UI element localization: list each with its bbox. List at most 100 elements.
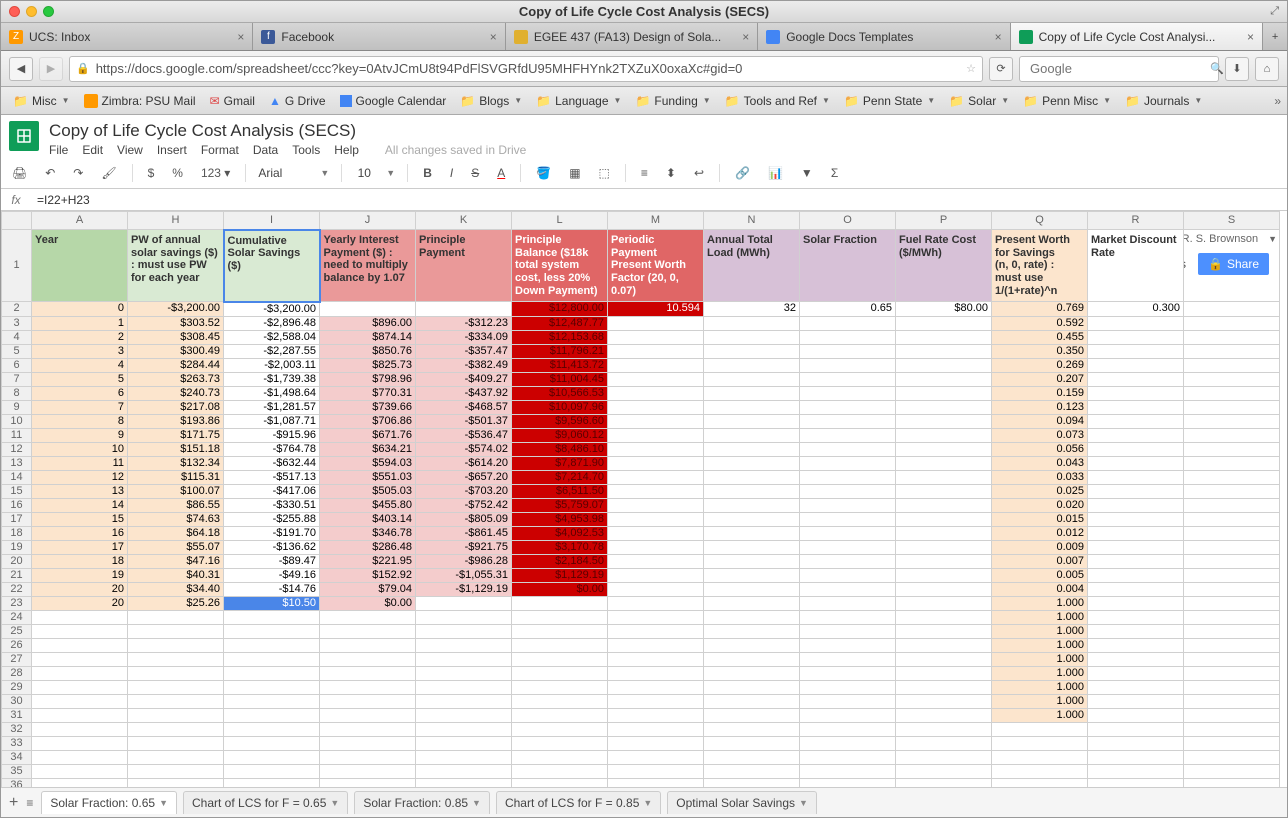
cell[interactable]: [1088, 652, 1184, 666]
cell[interactable]: -$805.09: [416, 512, 512, 526]
cell[interactable]: 1.000: [992, 638, 1088, 652]
cell[interactable]: [1088, 680, 1184, 694]
cell[interactable]: [896, 386, 992, 400]
cell[interactable]: 0.455: [992, 330, 1088, 344]
menu-tools[interactable]: Tools: [292, 143, 320, 157]
cell[interactable]: $9,596.60: [512, 414, 608, 428]
cell[interactable]: 1.000: [992, 596, 1088, 610]
cell[interactable]: $706.86: [320, 414, 416, 428]
cell[interactable]: -$614.20: [416, 456, 512, 470]
home-button[interactable]: ⌂: [1255, 57, 1279, 81]
cell[interactable]: [320, 680, 416, 694]
cell[interactable]: [608, 638, 704, 652]
cell[interactable]: [32, 708, 128, 722]
cell[interactable]: [1088, 554, 1184, 568]
cell[interactable]: 1.000: [992, 624, 1088, 638]
cell[interactable]: 0.159: [992, 386, 1088, 400]
cell[interactable]: [992, 778, 1088, 787]
reload-button[interactable]: ⟳: [989, 57, 1013, 81]
cell[interactable]: [224, 652, 320, 666]
cell[interactable]: [704, 316, 800, 330]
cell[interactable]: [320, 610, 416, 624]
cell[interactable]: [1184, 428, 1280, 442]
column-header[interactable]: Principle Payment: [416, 230, 512, 302]
cell[interactable]: [1088, 512, 1184, 526]
cell[interactable]: [32, 666, 128, 680]
cell[interactable]: [800, 358, 896, 372]
cell[interactable]: [704, 764, 800, 778]
cell[interactable]: [896, 512, 992, 526]
percent-button[interactable]: %: [169, 164, 186, 182]
align-button[interactable]: ≡: [638, 164, 651, 182]
cell[interactable]: $0.00: [512, 582, 608, 596]
cell[interactable]: [800, 708, 896, 722]
cell[interactable]: $850.76: [320, 344, 416, 358]
cell[interactable]: -$1,281.57: [224, 400, 320, 414]
cell[interactable]: [224, 666, 320, 680]
cell[interactable]: [608, 316, 704, 330]
cell[interactable]: [1184, 456, 1280, 470]
cell[interactable]: [704, 400, 800, 414]
cell[interactable]: [704, 512, 800, 526]
cell[interactable]: [800, 582, 896, 596]
cell[interactable]: [704, 344, 800, 358]
cell[interactable]: [1184, 414, 1280, 428]
cell[interactable]: $152.92: [320, 568, 416, 582]
cell[interactable]: 4: [32, 358, 128, 372]
cell[interactable]: $115.31: [128, 470, 224, 484]
cell[interactable]: 10.594: [608, 302, 704, 317]
cell[interactable]: [320, 722, 416, 736]
cell[interactable]: [608, 596, 704, 610]
cell[interactable]: 6: [32, 386, 128, 400]
cell[interactable]: -$136.62: [224, 540, 320, 554]
insert-chart-button[interactable]: 📊: [765, 164, 786, 182]
cell[interactable]: [1088, 624, 1184, 638]
cell[interactable]: [800, 554, 896, 568]
bookmark-item[interactable]: ✉Gmail: [204, 91, 261, 111]
cell[interactable]: [896, 624, 992, 638]
doc-title[interactable]: Copy of Life Cycle Cost Analysis (SECS): [49, 121, 1279, 141]
cell[interactable]: [800, 736, 896, 750]
cell[interactable]: $403.14: [320, 512, 416, 526]
cell[interactable]: [1184, 400, 1280, 414]
cell[interactable]: [896, 400, 992, 414]
cell[interactable]: [608, 484, 704, 498]
cell[interactable]: -$632.44: [224, 456, 320, 470]
valign-button[interactable]: ⬍: [663, 164, 679, 182]
cell[interactable]: [320, 638, 416, 652]
cell[interactable]: [416, 638, 512, 652]
cell[interactable]: [704, 540, 800, 554]
bold-button[interactable]: B: [420, 164, 435, 182]
cell[interactable]: $6,511.50: [512, 484, 608, 498]
search-input[interactable]: [1030, 61, 1206, 76]
cell[interactable]: -$437.92: [416, 386, 512, 400]
filter-button[interactable]: ▼: [798, 164, 816, 182]
cell[interactable]: [992, 750, 1088, 764]
cell[interactable]: $10.50: [224, 596, 320, 610]
cell[interactable]: 0.073: [992, 428, 1088, 442]
close-icon[interactable]: ×: [490, 30, 497, 44]
cell[interactable]: [1088, 708, 1184, 722]
cell[interactable]: [128, 694, 224, 708]
cell[interactable]: [800, 610, 896, 624]
cell[interactable]: 0.769: [992, 302, 1088, 317]
cell[interactable]: $193.86: [128, 414, 224, 428]
bookmark-item[interactable]: 📁Journals▼: [1119, 91, 1208, 111]
cell[interactable]: [1088, 414, 1184, 428]
cell[interactable]: 0.043: [992, 456, 1088, 470]
cell[interactable]: [1184, 316, 1280, 330]
cell[interactable]: [896, 778, 992, 787]
cell[interactable]: [128, 638, 224, 652]
cell[interactable]: [224, 638, 320, 652]
cell[interactable]: [896, 442, 992, 456]
cell[interactable]: $4,953.98: [512, 512, 608, 526]
cell[interactable]: -$861.45: [416, 526, 512, 540]
strike-button[interactable]: S: [468, 164, 482, 182]
cell[interactable]: [224, 680, 320, 694]
cell[interactable]: 0.005: [992, 568, 1088, 582]
cell[interactable]: [1184, 666, 1280, 680]
cell[interactable]: [320, 624, 416, 638]
cell[interactable]: -$1,739.38: [224, 372, 320, 386]
cell[interactable]: [704, 526, 800, 540]
bookmark-item[interactable]: 📁Funding▼: [629, 91, 716, 111]
